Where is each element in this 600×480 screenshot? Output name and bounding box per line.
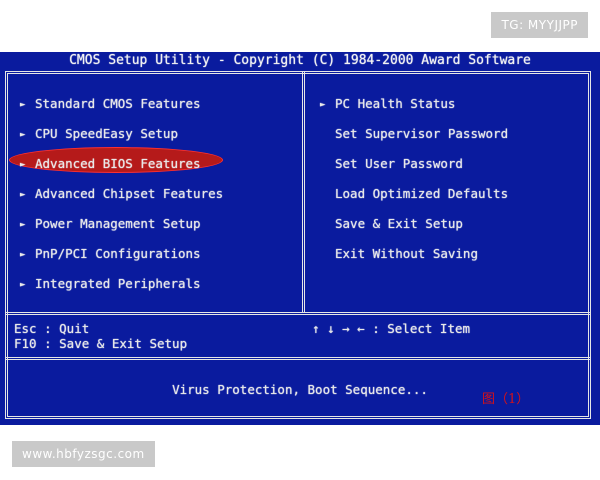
arrow-icon: ► [20,190,26,200]
menu-save-exit-setup[interactable]: Save & Exit Setup [335,216,463,232]
menu-exit-without-saving[interactable]: Exit Without Saving [335,246,478,262]
menu-item-label: Standard CMOS Features [35,96,201,111]
help-divider [5,312,591,315]
menu-item-label: PC Health Status [335,96,456,111]
column-divider [302,71,305,313]
menu-cpu-speedeasy-setup[interactable]: ► CPU SpeedEasy Setup [20,126,178,143]
bios-screen: CMOS Setup Utility - Copyright (C) 1984-… [0,52,600,425]
figure-label: 图（1） [482,392,530,407]
menu-advanced-chipset-features[interactable]: ► Advanced Chipset Features [20,186,223,203]
menu-pc-health-status[interactable]: ► PC Health Status [320,96,455,113]
arrow-icon: ► [20,100,26,110]
menu-pnp-pci-configurations[interactable]: ► PnP/PCI Configurations [20,246,201,263]
arrow-icon: ► [320,100,326,110]
menu-item-label: Set Supervisor Password [335,126,509,141]
main-frame [5,71,591,419]
menu-set-user-password[interactable]: Set User Password [335,156,463,172]
menu-item-label: Advanced Chipset Features [35,186,224,201]
menu-item-label: Exit Without Saving [335,246,478,261]
description-divider [5,357,591,360]
menu-item-label: CPU SpeedEasy Setup [35,126,178,141]
arrow-icon: ► [20,220,26,230]
watermark-top: TG: MYYJJPP [491,12,588,38]
menu-integrated-peripherals[interactable]: ► Integrated Peripherals [20,276,201,293]
help-select-item: ↑ ↓ → ← : Select Item [312,321,471,336]
arrow-icon: ► [20,280,26,290]
menu-item-label: Power Management Setup [35,216,201,231]
help-esc-quit: Esc : Quit [14,321,90,336]
menu-item-label: Save & Exit Setup [335,216,463,231]
menu-standard-cmos-features[interactable]: ► Standard CMOS Features [20,96,201,113]
menu-load-optimized-defaults[interactable]: Load Optimized Defaults [335,186,508,202]
arrow-icon: ► [20,160,26,170]
help-f10-save-exit: F10 : Save & Exit Setup [14,336,188,351]
menu-item-label: PnP/PCI Configurations [35,246,201,261]
menu-power-management-setup[interactable]: ► Power Management Setup [20,216,201,233]
menu-item-label: Load Optimized Defaults [335,186,509,201]
menu-set-supervisor-password[interactable]: Set Supervisor Password [335,126,508,142]
arrow-icon: ► [20,250,26,260]
arrow-icon: ► [20,130,26,140]
watermark-bottom: www.hbfyzsgc.com [12,441,155,467]
bios-title: CMOS Setup Utility - Copyright (C) 1984-… [69,53,531,68]
menu-item-label: Integrated Peripherals [35,276,201,291]
menu-advanced-bios-features[interactable]: ► Advanced BIOS Features [20,156,201,173]
menu-item-label: Set User Password [335,156,463,171]
menu-item-label: Advanced BIOS Features [35,156,201,171]
